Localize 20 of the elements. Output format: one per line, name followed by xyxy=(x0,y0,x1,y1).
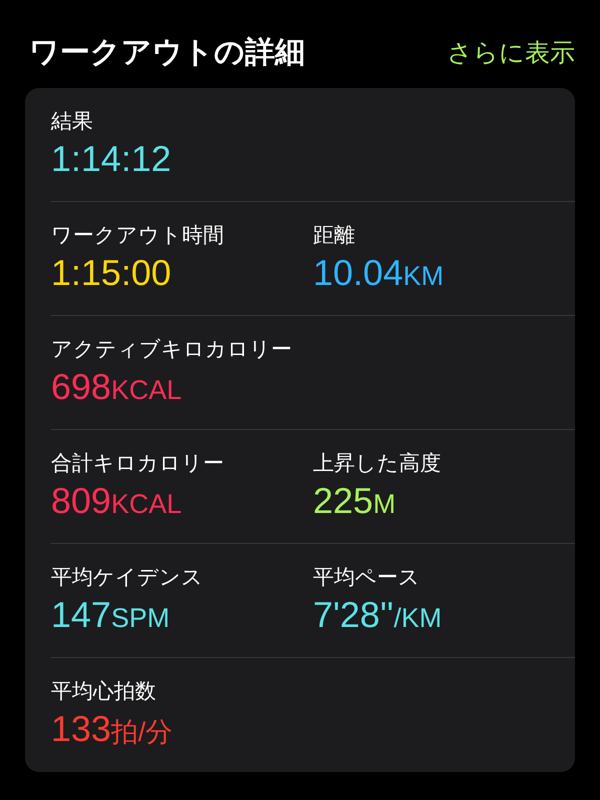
metric-value: 225M xyxy=(313,479,397,523)
metric-value: 133拍/分 xyxy=(51,707,174,751)
metric-label: 上昇した高度 xyxy=(313,450,442,477)
metric-value: 698KCAL xyxy=(51,365,183,409)
metric-value: 10.04KM xyxy=(313,251,445,295)
metric-label: 距離 xyxy=(313,222,356,249)
page-title: ワークアウトの詳細 xyxy=(28,34,305,72)
metric-label: 平均ペース xyxy=(313,564,421,591)
metric-label: 平均ケイデンス xyxy=(51,564,204,591)
metric-value: 7'28''/KM xyxy=(313,593,443,637)
metric-value: 1:14:12 xyxy=(51,137,172,181)
metric-label: 合計キロカロリー xyxy=(51,450,225,477)
metric-label: 結果 xyxy=(51,108,94,135)
metric-label: 平均心拍数 xyxy=(51,678,157,705)
metric-value: 147SPM xyxy=(51,593,171,637)
metric-value: 1:15:00 xyxy=(51,251,172,295)
metric-label: ワークアウト時間 xyxy=(51,222,225,249)
metric-value: 809KCAL xyxy=(51,479,183,523)
show-more-link[interactable]: さらに表示 xyxy=(447,36,575,68)
metric-label: アクティブキロカロリー xyxy=(51,336,293,363)
